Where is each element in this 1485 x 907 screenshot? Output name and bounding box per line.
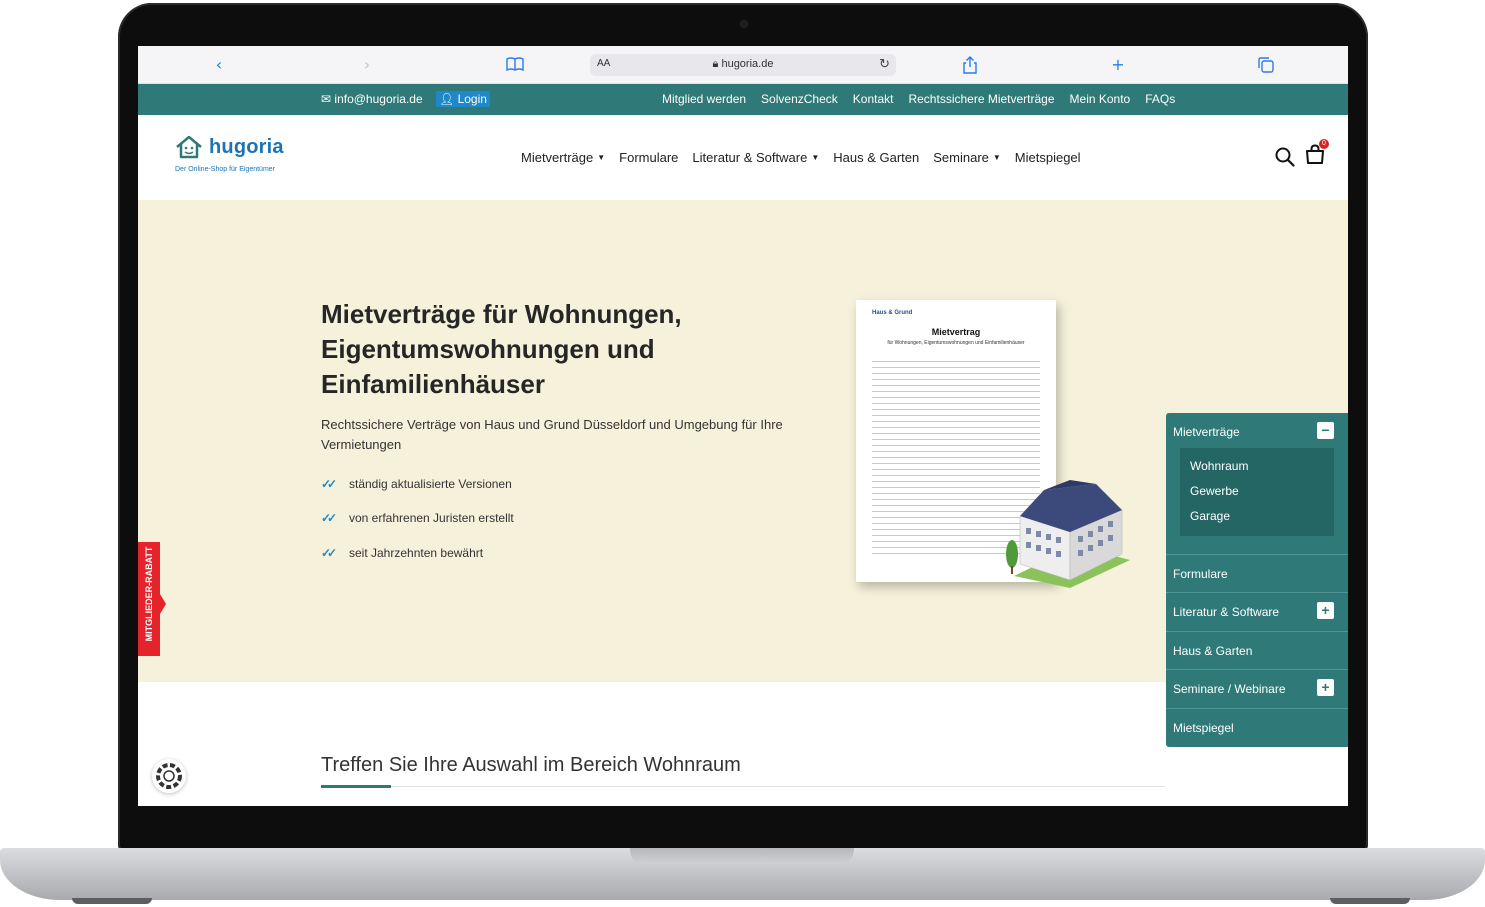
- section-divider-accent: [321, 785, 391, 788]
- section-title: Treffen Sie Ihre Auswahl im Bereich Wohn…: [321, 754, 741, 776]
- top-link-faqs[interactable]: FAQs: [1145, 92, 1175, 106]
- cookie-icon: [156, 763, 182, 789]
- top-link-solvenzcheck[interactable]: SolvenzCheck: [761, 92, 838, 106]
- top-link-mitglied[interactable]: Mitglied werden: [662, 92, 746, 106]
- logo-tagline: Der Online-Shop für Eigentümer: [175, 166, 275, 173]
- section-divider: [321, 786, 1165, 787]
- nav-label: Formulare: [619, 150, 679, 165]
- forward-icon[interactable]: ›: [358, 56, 376, 74]
- login-button[interactable]: 👤︎ Login: [436, 91, 490, 107]
- feature-item: ✓✓ ständig aktualisierte Versionen: [321, 477, 512, 491]
- doc-title: Mietvertrag: [931, 327, 981, 337]
- url-text: 🔒︎ hugoria.de: [590, 58, 896, 71]
- top-link-mietvertraege[interactable]: Rechtssichere Mietverträge: [908, 92, 1054, 106]
- feature-text: seit Jahrzehnten bewährt: [349, 546, 484, 560]
- feature-text: von erfahrenen Juristen erstellt: [349, 511, 514, 525]
- top-link-kontakt[interactable]: Kontakt: [853, 92, 894, 106]
- site-header: hugoria Der Online-Shop für Eigentümer M…: [138, 115, 1348, 200]
- arrow-right-icon: [160, 594, 166, 614]
- side-item-formulare[interactable]: Formulare: [1166, 554, 1348, 592]
- hero-section: Mietverträge für Wohnungen, Eigentumswoh…: [138, 200, 1348, 747]
- reload-icon[interactable]: ↻: [879, 57, 890, 72]
- nav-item-seminare[interactable]: Seminare ▼: [933, 150, 1001, 165]
- side-item-label: Formulare: [1173, 567, 1228, 581]
- nav-item-haus-garten[interactable]: Haus & Garten: [833, 150, 919, 165]
- url-value: hugoria.de: [721, 58, 774, 70]
- top-info-bar: ✉ info@hugoria.de 👤︎ Login Mitglied werd…: [138, 84, 1348, 115]
- nav-label: Mietverträge: [521, 150, 594, 165]
- side-subitem-garage[interactable]: Garage: [1190, 509, 1230, 523]
- cookie-settings-button[interactable]: [152, 759, 186, 793]
- tabs-overview-icon[interactable]: [1257, 56, 1275, 74]
- expand-plus-icon[interactable]: +: [1317, 602, 1334, 619]
- email-link[interactable]: ✉ info@hugoria.de: [321, 92, 423, 106]
- side-item-mietvertraege[interactable]: Mietverträge −: [1166, 413, 1348, 451]
- top-link-mein-konto[interactable]: Mein Konto: [1070, 92, 1131, 106]
- nav-item-formulare[interactable]: Formulare: [619, 150, 678, 165]
- nav-label: Mietspiegel: [1014, 150, 1081, 165]
- side-subitem-wohnraum[interactable]: Wohnraum: [1190, 459, 1248, 473]
- new-tab-icon[interactable]: +: [1109, 56, 1127, 74]
- double-check-icon: ✓✓: [321, 546, 337, 560]
- bookmarks-icon[interactable]: [506, 56, 524, 74]
- browser-toolbar: ‹ › AA 🔒︎ hugoria.de ↻ +: [138, 46, 1348, 84]
- feature-text: ständig aktualisierte Versionen: [349, 477, 512, 491]
- category-side-menu: Mietverträge − Wohnraum Gewerbe Garage F…: [1166, 413, 1348, 747]
- nav-label: Seminare: [933, 150, 989, 165]
- laptop-foot-right: [1330, 898, 1410, 904]
- member-discount-label: MITGLIEDER-RABATT: [144, 546, 154, 642]
- side-item-haus-garten[interactable]: Haus & Garten: [1166, 631, 1348, 669]
- share-icon[interactable]: [961, 56, 979, 74]
- feature-item: ✓✓ von erfahrenen Juristen erstellt: [321, 511, 514, 525]
- logo-name: hugoria: [209, 136, 284, 158]
- hero-title: Mietverträge für Wohnungen, Eigentumswoh…: [321, 299, 682, 399]
- side-subitem-gewerbe[interactable]: Gewerbe: [1190, 484, 1239, 498]
- side-item-label: Mietspiegel: [1173, 721, 1234, 735]
- member-discount-tab[interactable]: MITGLIEDER-RABATT: [138, 542, 166, 656]
- address-bar[interactable]: AA 🔒︎ hugoria.de ↻: [590, 54, 896, 76]
- search-icon[interactable]: [1274, 146, 1296, 168]
- back-icon[interactable]: ‹: [210, 56, 228, 74]
- side-item-seminare[interactable]: Seminare / Webinare +: [1166, 669, 1348, 707]
- email-text: info@hugoria.de: [334, 92, 423, 106]
- mail-icon: ✉: [321, 92, 332, 106]
- caret-down-icon: ▼: [811, 153, 820, 162]
- caret-down-icon: ▼: [597, 153, 606, 162]
- side-submenu: Wohnraum Gewerbe Garage: [1180, 448, 1334, 536]
- feature-item: ✓✓ seit Jahrzehnten bewährt: [321, 546, 483, 560]
- double-check-icon: ✓✓: [321, 477, 337, 491]
- doc-subtitle: für Wohnungen, Eigentumswohnungen und Ei…: [887, 340, 1025, 346]
- top-links: Mitglied werden SolvenzCheck Kontakt Rec…: [662, 92, 1175, 106]
- nav-item-mietvertraege[interactable]: Mietverträge ▼: [521, 150, 605, 165]
- side-item-label: Haus & Garten: [1173, 644, 1253, 658]
- camera-icon: [740, 20, 748, 28]
- nav-label: Haus & Garten: [833, 150, 920, 165]
- hero-subtitle: Rechtssichere Verträge von Haus und Grun…: [321, 417, 783, 452]
- laptop-notch: [630, 848, 854, 864]
- building-illustration: [1006, 480, 1130, 588]
- login-label: Login: [457, 92, 487, 106]
- side-item-label: Literatur & Software: [1173, 605, 1280, 619]
- side-item-literatur[interactable]: Literatur & Software +: [1166, 592, 1348, 630]
- laptop-frame: ‹ › AA 🔒︎ hugoria.de ↻ + ✉ info@hugoria.…: [0, 0, 1485, 907]
- user-icon: 👤︎: [439, 92, 455, 106]
- lock-icon: 🔒︎: [712, 58, 719, 70]
- nav-label: Literatur & Software: [692, 150, 808, 165]
- cart-count-badge: 0: [1319, 139, 1329, 149]
- house-logo-icon: [176, 135, 202, 159]
- screen: ‹ › AA 🔒︎ hugoria.de ↻ + ✉ info@hugoria.…: [138, 46, 1348, 806]
- doc-logo: Haus & Grund: [872, 310, 913, 316]
- nav-item-literatur[interactable]: Literatur & Software ▼: [692, 150, 819, 165]
- nav-item-mietspiegel[interactable]: Mietspiegel: [1015, 150, 1081, 165]
- caret-down-icon: ▼: [992, 153, 1001, 162]
- side-item-mietspiegel[interactable]: Mietspiegel: [1166, 708, 1348, 746]
- laptop-foot-left: [72, 898, 152, 904]
- side-item-label: Seminare / Webinare: [1173, 682, 1286, 696]
- main-nav: Mietverträge ▼ Formulare Literatur & Soft…: [521, 150, 1081, 165]
- expand-plus-icon[interactable]: +: [1317, 679, 1334, 696]
- collapse-minus-icon[interactable]: −: [1317, 422, 1334, 439]
- side-item-label: Mietverträge: [1173, 425, 1240, 439]
- double-check-icon: ✓✓: [321, 511, 337, 525]
